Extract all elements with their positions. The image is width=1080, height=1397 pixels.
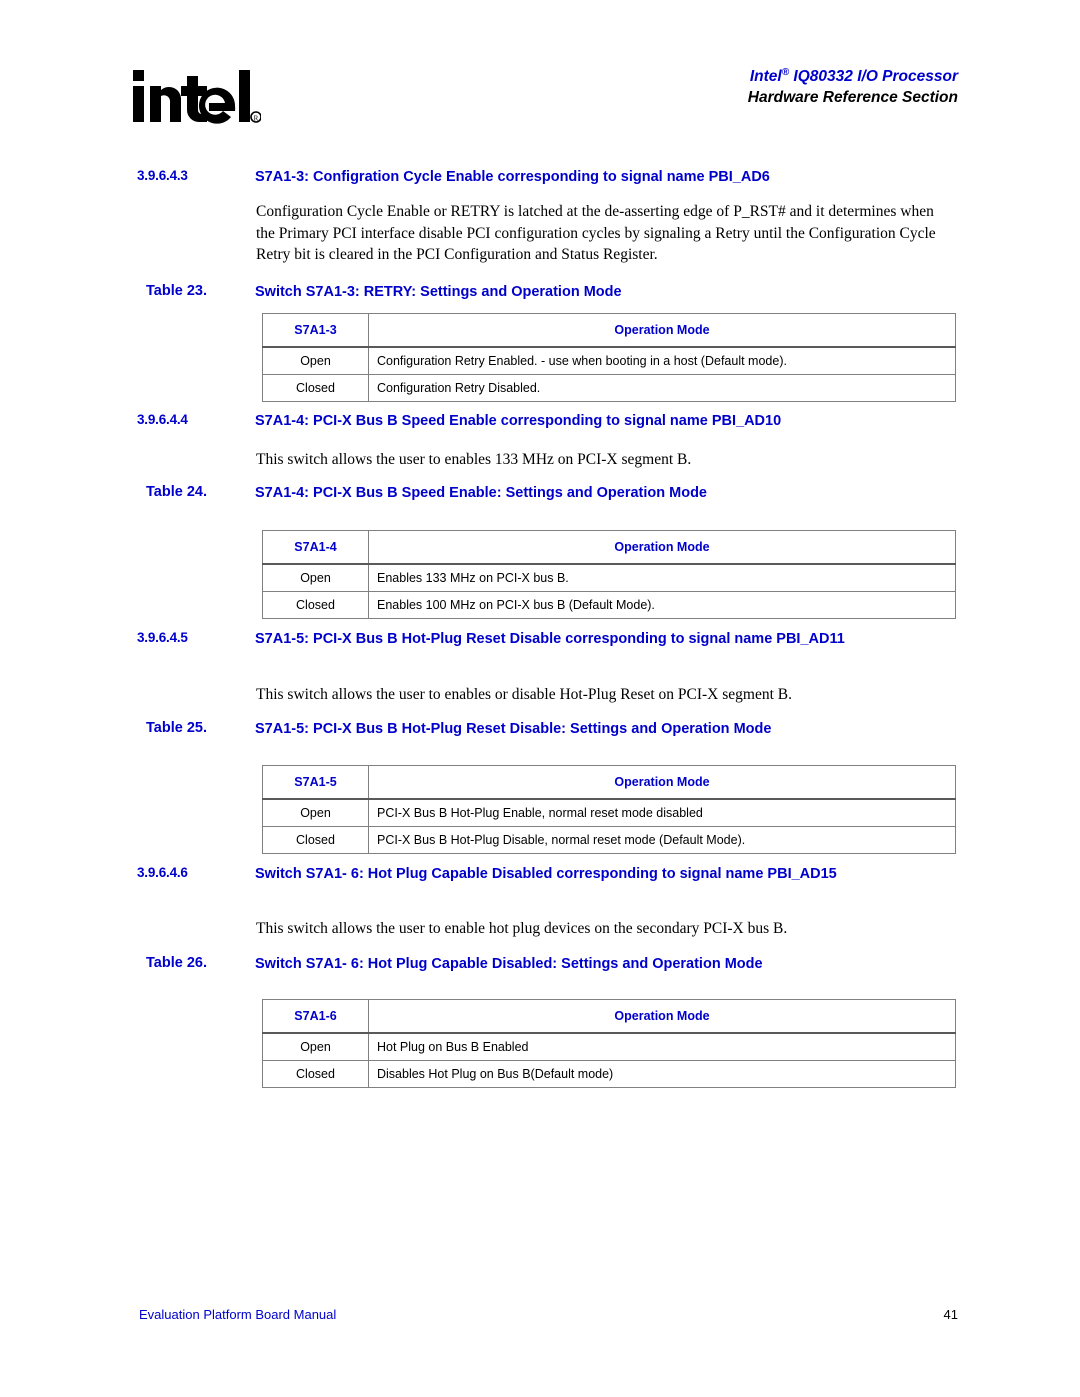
table-column-header-switch: S7A1-5 <box>262 765 369 800</box>
page-footer: Evaluation Platform Board Manual 41 <box>0 1287 1080 1397</box>
table-cell-mode: Enables 100 MHz on PCI-X bus B (Default … <box>368 591 956 619</box>
header-product-title-brand: Intel <box>749 68 782 85</box>
table-cell-mode: Enables 133 MHz on PCI-X bus B. <box>368 563 956 592</box>
table-caption: S7A1-4: PCI-X Bus B Speed Enable: Settin… <box>255 485 707 501</box>
table-cell-state: Open <box>262 563 369 592</box>
table-cell-state: Closed <box>262 591 369 619</box>
page-header: R Intel® IQ80332 I/O Processor Hardware … <box>0 0 1080 150</box>
table-row: Open Enables 133 MHz on PCI-X bus B. <box>262 563 956 592</box>
table-caption: Switch S7A1- 6: Hot Plug Capable Disable… <box>255 956 763 972</box>
table-row: Closed Enables 100 MHz on PCI-X bus B (D… <box>262 591 956 619</box>
footer-manual-title: Evaluation Platform Board Manual <box>139 1307 337 1322</box>
section-title: S7A1-3: Configration Cycle Enable corres… <box>255 169 770 185</box>
table-row: Open Configuration Retry Enabled. - use … <box>262 346 956 375</box>
table-caption: S7A1-5: PCI-X Bus B Hot-Plug Reset Disab… <box>255 721 772 737</box>
table-cell-state: Open <box>262 1032 369 1061</box>
section-number: 3.9.6.4.6 <box>137 865 188 880</box>
table-24: S7A1-4 Operation Mode Open Enables 133 M… <box>262 530 956 619</box>
table-25: S7A1-5 Operation Mode Open PCI-X Bus B H… <box>262 765 956 854</box>
table-row: Open PCI-X Bus B Hot-Plug Enable, normal… <box>262 798 956 827</box>
table-column-header-switch: S7A1-6 <box>262 999 369 1034</box>
table-cell-mode: Disables Hot Plug on Bus B(Default mode) <box>368 1060 956 1088</box>
table-cell-state: Closed <box>262 374 369 402</box>
table-column-header-mode: Operation Mode <box>368 999 956 1034</box>
svg-text:R: R <box>254 115 259 123</box>
table-row: Closed PCI-X Bus B Hot-Plug Disable, nor… <box>262 826 956 854</box>
table-cell-mode: Configuration Retry Disabled. <box>368 374 956 402</box>
table-caption: Switch S7A1-3: RETRY: Settings and Opera… <box>255 284 622 300</box>
section-paragraph: This switch allows the user to enables 1… <box>256 451 692 468</box>
table-header-row: S7A1-4 Operation Mode <box>262 530 956 565</box>
table-label: Table 25. <box>146 720 207 736</box>
header-section-title: Hardware Reference Section <box>747 89 958 106</box>
table-row: Closed Disables Hot Plug on Bus B(Defaul… <box>262 1060 956 1088</box>
table-cell-mode: Configuration Retry Enabled. - use when … <box>368 346 956 375</box>
table-cell-mode: PCI-X Bus B Hot-Plug Enable, normal rese… <box>368 798 956 827</box>
table-label: Table 23. <box>146 283 207 299</box>
header-product-title: Intel® IQ80332 I/O Processor <box>748 66 958 87</box>
table-26: S7A1-6 Operation Mode Open Hot Plug on B… <box>262 999 956 1088</box>
table-cell-state: Closed <box>262 826 369 854</box>
intel-logo-icon: R <box>131 62 261 134</box>
section-title: S7A1-5: PCI-X Bus B Hot-Plug Reset Disab… <box>255 631 845 647</box>
table-header-row: S7A1-6 Operation Mode <box>262 999 956 1034</box>
table-column-header-switch: S7A1-4 <box>262 530 369 565</box>
section-paragraph: This switch allows the user to enable ho… <box>256 920 788 937</box>
table-column-header-mode: Operation Mode <box>368 313 956 348</box>
table-column-header-mode: Operation Mode <box>368 530 956 565</box>
section-paragraph: This switch allows the user to enables o… <box>256 686 792 703</box>
footer-page-number: 41 <box>943 1307 958 1322</box>
section-paragraph: Configuration Cycle Enable or RETRY is l… <box>256 203 936 263</box>
table-cell-state: Open <box>262 798 369 827</box>
table-cell-mode: Hot Plug on Bus B Enabled <box>368 1032 956 1061</box>
table-cell-state: Open <box>262 346 369 375</box>
table-label: Table 26. <box>146 955 207 971</box>
table-23: S7A1-3 Operation Mode Open Configuration… <box>262 313 956 402</box>
section-title: S7A1-4: PCI-X Bus B Speed Enable corresp… <box>255 413 782 429</box>
header-product-title-rest: IQ80332 I/O Processor <box>789 68 958 85</box>
section-number: 3.9.6.4.5 <box>137 630 188 645</box>
table-header-row: S7A1-5 Operation Mode <box>262 765 956 800</box>
table-row: Open Hot Plug on Bus B Enabled <box>262 1032 956 1061</box>
section-number: 3.9.6.4.4 <box>137 412 188 427</box>
section-title: Switch S7A1- 6: Hot Plug Capable Disable… <box>255 866 837 882</box>
table-column-header-switch: S7A1-3 <box>262 313 369 348</box>
section-number: 3.9.6.4.3 <box>137 168 188 183</box>
table-header-row: S7A1-3 Operation Mode <box>262 313 956 348</box>
header-titles: Intel® IQ80332 I/O Processor Hardware Re… <box>748 66 958 108</box>
table-column-header-mode: Operation Mode <box>368 765 956 800</box>
table-cell-mode: PCI-X Bus B Hot-Plug Disable, normal res… <box>368 826 956 854</box>
table-label: Table 24. <box>146 484 207 500</box>
table-cell-state: Closed <box>262 1060 369 1088</box>
table-row: Closed Configuration Retry Disabled. <box>262 374 956 402</box>
document-page: R Intel® IQ80332 I/O Processor Hardware … <box>0 0 1080 1397</box>
